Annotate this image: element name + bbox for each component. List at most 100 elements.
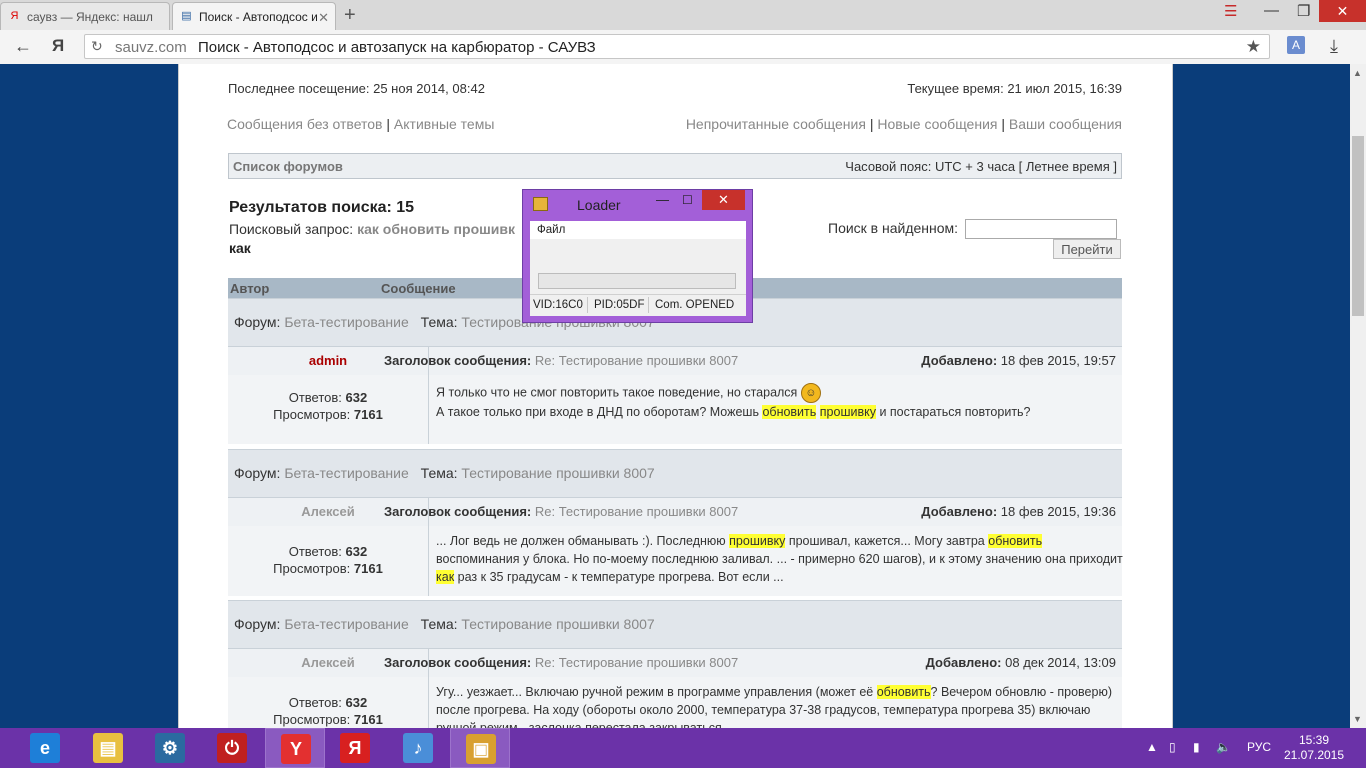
views-count: 7161 xyxy=(353,712,383,727)
page-scrollbar[interactable]: ▲ ▼ xyxy=(1350,64,1366,728)
page-viewport: Последнее посещение: 25 ноя 2014, 08:42 … xyxy=(0,64,1350,728)
post-body-row: Ответов: 632 Просмотров: 7161 Я только ч… xyxy=(228,375,1122,444)
signal-icon[interactable]: ▮ xyxy=(1193,740,1200,754)
views-count: 7161 xyxy=(353,561,383,576)
views-label: Просмотров: xyxy=(273,561,351,576)
forum-link[interactable]: Бета-тестирование xyxy=(284,314,408,330)
your-posts-link[interactable]: Ваши сообщения xyxy=(1009,116,1122,132)
forum-link[interactable]: Бета-тестирование xyxy=(284,465,408,481)
new-posts-link[interactable]: Новые сообщения xyxy=(877,116,997,132)
last-visit-text: Последнее посещение: 25 ноя 2014, 08:42 xyxy=(228,81,485,96)
translate-icon[interactable]: A xyxy=(1287,36,1305,54)
forum-link[interactable]: Бета-тестирование xyxy=(284,616,408,632)
views-label: Просмотров: xyxy=(273,407,351,422)
topic-link[interactable]: Тестирование прошивки 8007 xyxy=(461,616,654,632)
language-indicator[interactable]: РУС xyxy=(1247,740,1271,754)
taskbar-item[interactable]: ⏻ xyxy=(202,728,262,768)
loader-window[interactable]: Loader — ☐ ✕ Файл VID:16C0 PID:05DF Com.… xyxy=(522,189,753,323)
views-label: Просмотров: xyxy=(273,712,351,727)
loader-app-icon xyxy=(533,197,548,211)
link-separator: | xyxy=(386,116,391,132)
loader-title: Loader xyxy=(577,197,621,213)
menu-icon[interactable]: ☰ xyxy=(1224,2,1237,20)
post-text: ... Лог ведь не должен обманывать :). По… xyxy=(436,534,1123,584)
taskbar-item[interactable]: e xyxy=(15,728,75,768)
download-icon[interactable]: ⤓ xyxy=(1330,36,1338,57)
post-date: 18 фев 2015, 19:36 xyxy=(1000,504,1116,519)
url-page-title: Поиск - Автоподсос и автозапуск на карбю… xyxy=(198,39,596,56)
taskbar-item[interactable]: ▤ xyxy=(78,728,138,768)
taskbar-item[interactable]: ▣ xyxy=(450,728,510,768)
yandex-icon: Я xyxy=(340,733,370,763)
tab-label: саувз — Яндекс: нашл xyxy=(27,10,153,24)
file-menu[interactable]: Файл xyxy=(537,224,565,236)
topic-label: Тема: xyxy=(420,616,458,632)
unread-link[interactable]: Непрочитанные сообщения xyxy=(686,116,866,132)
url-field[interactable]: ↻ sauvz.com Поиск - Автоподсос и автозап… xyxy=(84,34,1270,59)
clock-time: 15:39 xyxy=(1298,733,1330,747)
star-icon[interactable]: ★ xyxy=(1246,37,1261,57)
subject-link[interactable]: Re: Тестирование прошивки 8007 xyxy=(535,655,738,670)
forum-label: Форум: xyxy=(234,465,281,481)
tab-yandex-search[interactable]: Я саувз — Яндекс: нашл xyxy=(0,2,170,30)
taskbar-item[interactable]: Я xyxy=(325,728,385,768)
subject-link[interactable]: Re: Тестирование прошивки 8007 xyxy=(535,353,738,368)
window-close-icon[interactable]: ✕ xyxy=(1319,0,1366,22)
clock[interactable]: 15:39 21.07.2015 xyxy=(1283,733,1345,763)
unanswered-link[interactable]: Сообщения без ответов xyxy=(227,116,383,132)
new-tab-icon[interactable]: + xyxy=(344,4,356,27)
restore-icon[interactable]: ❐ xyxy=(1297,2,1310,20)
forum-list-link[interactable]: Список форумов xyxy=(233,159,343,174)
volume-icon[interactable]: 🔈 xyxy=(1216,740,1231,754)
topic-link[interactable]: Тестирование прошивки 8007 xyxy=(461,465,654,481)
address-bar: ← Я ↻ sauvz.com Поиск - Автоподсос и авт… xyxy=(0,30,1366,65)
replies-count: 632 xyxy=(345,544,368,559)
loader-close-icon[interactable]: ✕ xyxy=(702,190,745,210)
taskbar-item[interactable]: ♪ xyxy=(388,728,448,768)
active-topics-link[interactable]: Активные темы xyxy=(394,116,495,132)
replies-count: 632 xyxy=(345,390,368,405)
back-arrow-icon[interactable]: ← xyxy=(14,36,32,57)
search-in-input[interactable] xyxy=(965,219,1117,239)
go-button[interactable]: Перейти xyxy=(1053,239,1121,259)
scroll-up-icon[interactable]: ▲ xyxy=(1353,68,1362,78)
taskbar-item[interactable]: ⚙ xyxy=(140,728,200,768)
subject-label: Заголовок сообщения: xyxy=(384,353,532,368)
minimize-icon[interactable]: — xyxy=(656,192,669,207)
subject-link[interactable]: Re: Тестирование прошивки 8007 xyxy=(535,504,738,519)
replies-label: Ответов: xyxy=(288,544,342,559)
minimize-icon[interactable]: — xyxy=(1264,2,1279,19)
post-forum-row: Форум: Бета-тестирование Тема: Тестирова… xyxy=(228,449,1122,498)
reload-icon[interactable]: ↻ xyxy=(91,38,103,55)
query-label: Поисковый запрос: xyxy=(229,221,354,237)
post-body-row: Ответов: 632 Просмотров: 7161 ... Лог ве… xyxy=(228,526,1123,596)
added-label: Добавлено: xyxy=(921,353,998,368)
yandex-browser-icon: Y xyxy=(281,734,311,764)
url-domain: sauvz.com xyxy=(115,39,187,56)
loader-progress-bar xyxy=(538,273,736,289)
loader-menu-bar: Файл xyxy=(530,221,746,239)
tray-device-icon[interactable]: ▯ xyxy=(1169,740,1176,754)
taskbar: e ▤ ⚙ ⏻ Y Я ♪ ▣ ▲ ▯ ▮ 🔈 РУС 15:39 21.07.2015 xyxy=(0,728,1366,768)
yandex-favicon-icon: Я xyxy=(10,10,19,22)
added-label: Добавлено: xyxy=(921,504,998,519)
sound-app-icon: ♪ xyxy=(403,733,433,763)
replies-label: Ответов: xyxy=(288,695,342,710)
taskbar-item[interactable]: Y xyxy=(265,728,325,768)
forum-label: Форум: xyxy=(234,314,281,330)
views-count: 7161 xyxy=(353,407,383,422)
author-column-header: Автор xyxy=(230,281,270,296)
tab-search-active[interactable]: ▤ Поиск - Автоподсос и ✕ xyxy=(172,2,336,30)
loader-app-icon: ▣ xyxy=(466,734,496,764)
scroll-down-icon[interactable]: ▼ xyxy=(1353,714,1362,724)
site-favicon-icon: ▤ xyxy=(181,10,192,22)
maximize-icon[interactable]: ☐ xyxy=(682,193,693,207)
forum-label: Форум: xyxy=(234,616,281,632)
timezone-text: Часовой пояс: UTC + 3 часа [ Летнее врем… xyxy=(845,159,1117,174)
tray-up-icon[interactable]: ▲ xyxy=(1146,740,1158,754)
yandex-logo-icon[interactable]: Я xyxy=(52,36,64,56)
post-text: Я только что не смог повторить такое пов… xyxy=(436,383,1126,421)
post-date: 08 дек 2014, 13:09 xyxy=(1005,655,1116,670)
tab-close-icon[interactable]: ✕ xyxy=(318,10,329,26)
scroll-thumb[interactable] xyxy=(1352,136,1364,316)
